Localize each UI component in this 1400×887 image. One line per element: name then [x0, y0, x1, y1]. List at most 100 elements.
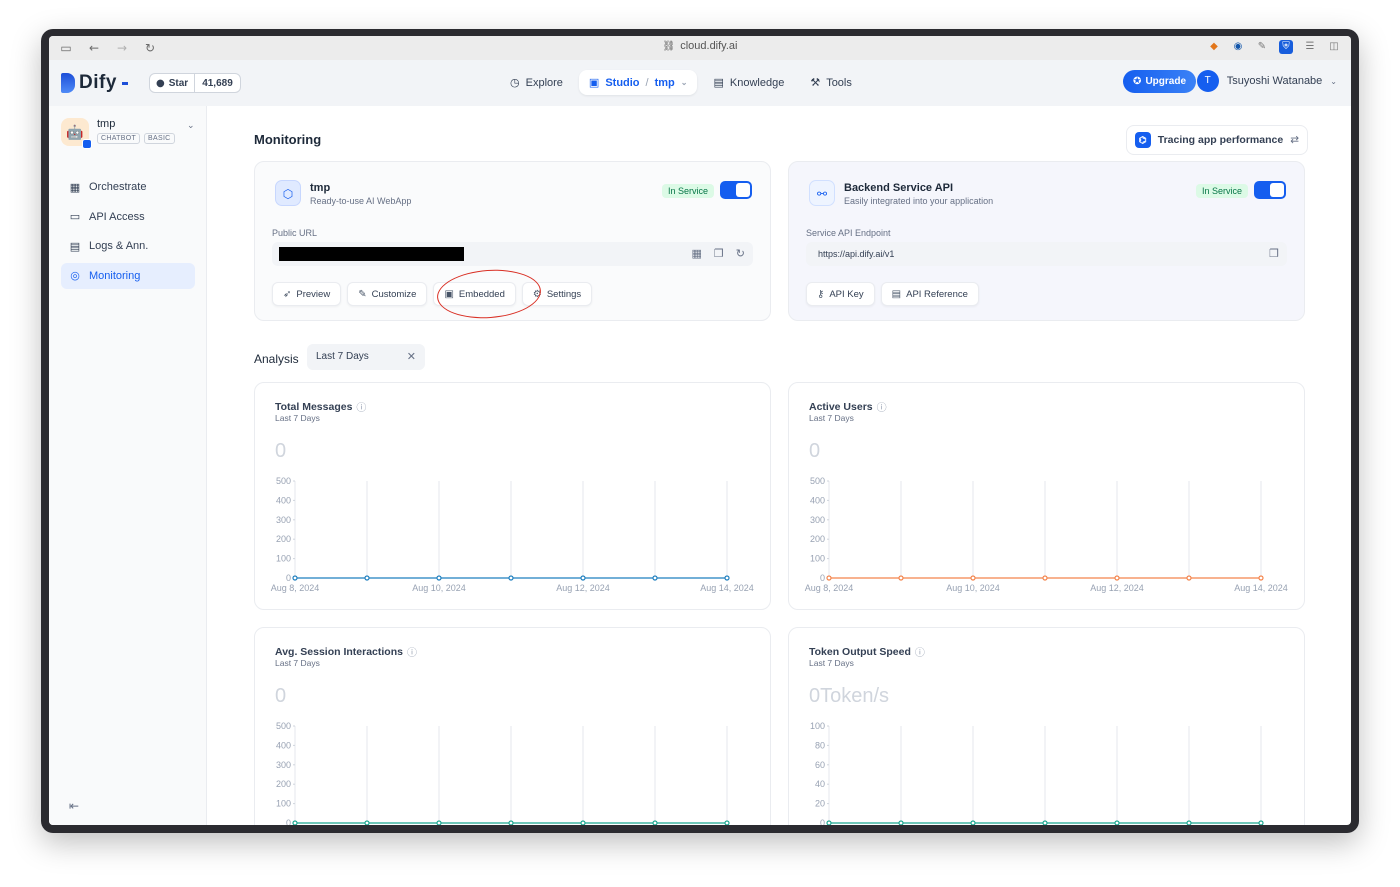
chart-subtitle: Last 7 Days [275, 413, 320, 423]
github-star-count: 41,689 [202, 77, 233, 89]
sidebar-item-label: API Access [89, 210, 145, 223]
chevron-down-icon[interactable]: ⌄ [187, 120, 195, 131]
data-point [652, 575, 658, 581]
data-point [970, 820, 976, 825]
info-icon[interactable]: ⓘ [356, 399, 366, 414]
data-point [724, 820, 730, 825]
customize-label: Customize [371, 288, 417, 300]
data-point [436, 575, 442, 581]
api-key-button[interactable]: ⚷ API Key [806, 282, 875, 306]
nav-tools-label: Tools [826, 76, 852, 89]
nav-knowledge[interactable]: ▤ Knowledge [703, 70, 794, 95]
red-annotation-circle [435, 266, 543, 322]
refresh-icon[interactable]: ↻ [736, 247, 745, 260]
webapp-card: ⬡ tmp Ready-to-use AI WebApp In Service … [254, 161, 771, 322]
chevron-down-icon: ⌄ [1330, 76, 1337, 86]
tracing-button[interactable]: ⌬ Tracing app performance ⇄ [1125, 125, 1308, 155]
page-title: Monitoring [254, 132, 322, 147]
dify-logo[interactable]: Dify [61, 72, 128, 94]
data-point [1186, 820, 1192, 825]
status-badge: In Service [661, 184, 714, 198]
sidebar-item-monitoring[interactable]: ◎ Monitoring [61, 262, 195, 289]
y-tick-label: 500 [276, 476, 291, 486]
nav-app-crumb[interactable]: tmp [655, 77, 675, 89]
upgrade-label: Upgrade [1145, 76, 1186, 87]
x-tick-label: Aug 8, 2024 [805, 583, 854, 593]
chart-plot: 0 20 40 60 80 100 [810, 721, 1264, 825]
info-icon[interactable]: ⓘ [915, 644, 925, 659]
github-star-button[interactable]: ● Star 41,689 [149, 73, 241, 93]
nav-tools[interactable]: ⚒ Tools [800, 70, 862, 95]
data-point [580, 820, 586, 825]
webapp-subtitle: Ready-to-use AI WebApp [310, 196, 412, 206]
chevron-down-icon[interactable]: ⌄ [681, 78, 688, 87]
api-reference-button[interactable]: ▤ API Reference [880, 282, 979, 306]
data-point [970, 575, 976, 581]
user-menu[interactable]: T Tsuyoshi Watanabe ⌄ [1196, 70, 1337, 92]
api-endpoint-value[interactable]: https://api.dify.ai/v1 [818, 249, 894, 259]
bitwarden-extension-icon[interactable]: ⛨ [1279, 40, 1293, 54]
forward-arrow-icon[interactable]: → [115, 41, 129, 55]
info-icon[interactable]: ⓘ [407, 644, 417, 659]
nav-explore[interactable]: ◷ Explore [500, 70, 573, 95]
webapp-service-toggle[interactable] [720, 181, 752, 199]
address-bar[interactable]: ⛓ cloud.dify.ai [663, 40, 738, 52]
y-tick-label: 0 [820, 573, 825, 583]
sidebar-item-orchestrate[interactable]: ▦ Orchestrate [61, 174, 195, 200]
copy-icon[interactable]: ❐ [1269, 247, 1279, 260]
back-arrow-icon[interactable]: ← [87, 41, 101, 55]
chart-card-token-output-speed: Token Output Speed ⓘ Last 7 Days 0Token/s… [788, 627, 1305, 825]
chart-title: Total Messages [275, 400, 353, 413]
split-view-icon[interactable]: ◫ [1327, 40, 1341, 54]
api-subtitle: Easily integrated into your application [844, 196, 994, 206]
chart-card-total-messages: Total Messages ⓘ Last 7 Days 0 0 100 200 300… [254, 382, 771, 610]
public-url-label: Public URL [272, 228, 318, 238]
github-star-label: Star [168, 77, 189, 89]
copy-icon[interactable]: ❐ [714, 247, 724, 260]
top-nav: ◷ Explore ▣ Studio / tmp ⌄ ▤ Knowledge ⚒… [500, 70, 862, 95]
upgrade-button[interactable]: ✪ Upgrade [1123, 70, 1196, 93]
data-point [1258, 820, 1264, 825]
collapse-sidebar-icon[interactable]: ⇤ [69, 799, 79, 813]
data-point [292, 575, 298, 581]
sidebar-item-api-access[interactable]: ▭ API Access [61, 204, 195, 230]
pen-extension-icon[interactable]: ✎ [1255, 40, 1269, 54]
settings-sliders-icon: ⇄ [1290, 134, 1299, 146]
y-tick-label: 300 [276, 515, 291, 525]
chart-total-value: 0 [275, 685, 287, 707]
layout-icon: ▦ [69, 180, 81, 194]
qrcode-icon[interactable]: ▦ [692, 247, 702, 260]
reader-extension-icon[interactable]: ☰ [1303, 40, 1317, 54]
data-point [898, 820, 904, 825]
nav-studio[interactable]: ▣ Studio / tmp ⌄ [578, 70, 698, 95]
app-switcher[interactable]: 🤖 tmp CHATBOT BASIC [61, 118, 175, 149]
close-icon[interactable]: ✕ [407, 350, 416, 363]
y-tick-label: 200 [276, 534, 291, 544]
reload-icon[interactable]: ↻ [143, 41, 157, 55]
y-tick-label: 80 [815, 740, 825, 750]
data-point [364, 575, 370, 581]
browser-window: ▭ ← → ↻ ⛓ cloud.dify.ai ◆ ◉ ✎ ⛨ ☰ ◫ Dify [41, 29, 1359, 833]
preview-button[interactable]: ➶ Preview [272, 282, 342, 306]
chart-subtitle: Last 7 Days [275, 658, 320, 668]
data-point [292, 820, 298, 825]
metamask-extension-icon[interactable]: ◆ [1207, 40, 1221, 54]
x-tick-label: Aug 12, 2024 [556, 583, 610, 593]
sidebar-toggle-icon[interactable]: ▭ [59, 41, 73, 55]
x-tick-label: Aug 14, 2024 [1234, 583, 1288, 593]
period-select[interactable]: Last 7 Days ✕ [307, 344, 425, 370]
sidebar-menu: ▦ Orchestrate ▭ API Access ▤ Logs & Ann.… [61, 174, 195, 292]
breadcrumb-separator: / [645, 76, 649, 89]
preview-label: Preview [296, 288, 331, 300]
grammarly-extension-icon[interactable]: ◉ [1231, 40, 1245, 54]
public-url-field: ▦ ❐ ↻ [272, 242, 753, 266]
sidebar-item-label: Orchestrate [89, 181, 147, 193]
info-icon[interactable]: ⓘ [877, 399, 887, 414]
sidebar-item-logs[interactable]: ▤ Logs & Ann. [61, 233, 195, 259]
api-service-toggle[interactable] [1254, 181, 1286, 199]
app-mode-tag: BASIC [144, 133, 175, 144]
file-list-icon: ▤ [69, 239, 81, 253]
data-point [1042, 575, 1048, 581]
customize-button[interactable]: ✎ Customize [347, 282, 428, 306]
data-point [826, 575, 832, 581]
